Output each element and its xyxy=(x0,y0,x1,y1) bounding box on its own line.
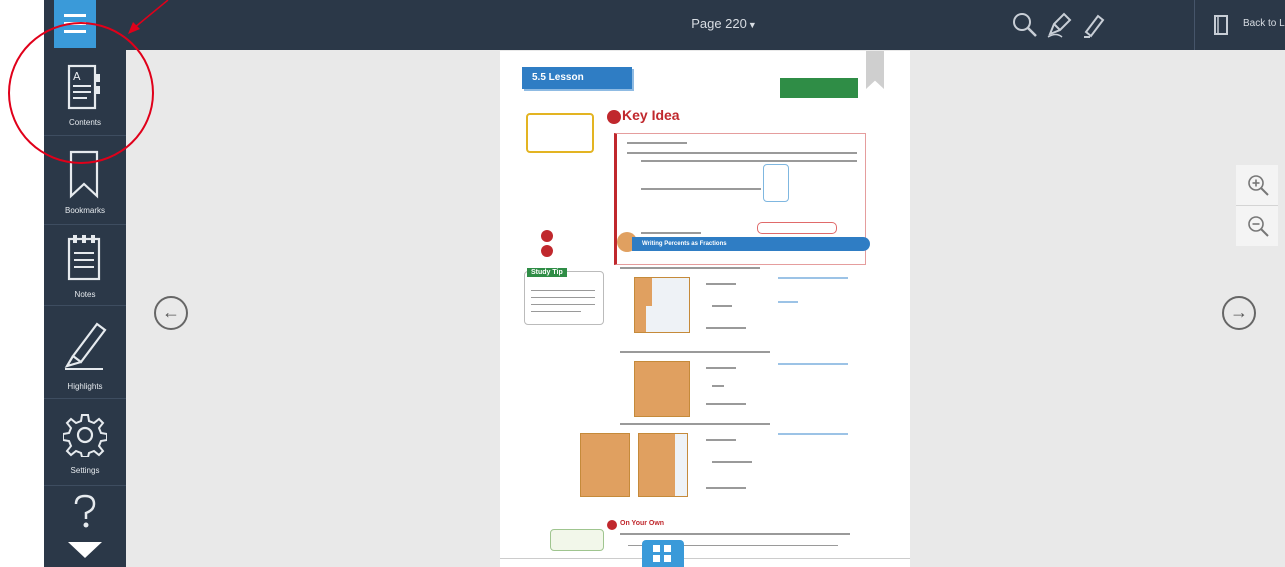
hundreds-grid xyxy=(638,433,688,497)
grid-cell xyxy=(653,555,660,562)
hundreds-grid xyxy=(634,361,690,417)
key-idea-icon xyxy=(607,110,621,124)
thumbnails-button[interactable] xyxy=(642,540,684,567)
example-marker-icon xyxy=(541,230,553,257)
hundreds-grid xyxy=(580,433,630,497)
sidebar-item-notes[interactable]: Notes xyxy=(44,225,126,306)
menu-line xyxy=(64,14,86,17)
text-line xyxy=(712,461,752,463)
text-line xyxy=(620,351,770,353)
text-line xyxy=(706,367,736,369)
sidebar-item-label: Settings xyxy=(70,466,100,475)
gear-icon xyxy=(63,414,107,457)
book-page: 5.5 Lesson Key Idea Writing Percents as … xyxy=(500,51,910,567)
hundreds-grid xyxy=(634,277,690,333)
grid-cell xyxy=(653,545,660,552)
page-footer xyxy=(500,558,910,567)
text-line xyxy=(706,439,736,441)
step-note xyxy=(778,301,798,303)
top-toolbar: Page 220▼ Back to Library xyxy=(44,0,1285,50)
notes-icon xyxy=(67,235,101,281)
text-line xyxy=(712,305,732,307)
sidebar-item-highlights[interactable]: Highlights xyxy=(44,306,126,399)
book-icon xyxy=(1214,15,1228,35)
highlighter-icon xyxy=(64,322,107,370)
study-tip-title: Study Tip xyxy=(527,268,567,277)
text-line xyxy=(706,327,746,329)
step-note xyxy=(778,277,848,293)
sidebar-item-label: Notes xyxy=(74,290,96,299)
previous-page-button[interactable]: ← xyxy=(154,296,188,330)
text-line xyxy=(706,487,746,489)
text-line xyxy=(620,423,770,425)
study-tip-box: Study Tip xyxy=(524,268,604,325)
page-label: Page 220 xyxy=(691,16,747,31)
text-line xyxy=(706,403,746,405)
text-line xyxy=(641,232,701,234)
back-to-library-label: Back to Library xyxy=(1243,18,1285,29)
highlight-pen-icon[interactable] xyxy=(1078,10,1108,40)
text-line xyxy=(620,267,760,269)
sidebar-item-label: Bookmarks xyxy=(64,206,105,215)
annotate-icon[interactable] xyxy=(1044,10,1074,40)
on-your-own-icon xyxy=(607,520,617,530)
next-page-button[interactable]: → xyxy=(1222,296,1256,330)
zoom-out-icon xyxy=(1248,216,1269,237)
back-to-library-button[interactable]: Back to Library xyxy=(1194,0,1285,50)
annotation-arrow-icon xyxy=(128,0,169,34)
text-line xyxy=(706,283,736,285)
example-heading: Writing Percents as Fractions xyxy=(632,237,870,251)
key-idea-heading: Key Idea xyxy=(622,107,680,123)
grid-shade xyxy=(635,278,646,332)
text-line xyxy=(627,152,857,154)
page-bookmark-ribbon[interactable] xyxy=(866,51,884,89)
help-icon xyxy=(74,494,96,528)
help-online-badge xyxy=(550,529,604,551)
zoom-in-button[interactable] xyxy=(1236,165,1278,206)
text-line xyxy=(531,311,581,312)
text-line xyxy=(627,142,687,144)
text-line xyxy=(531,297,595,298)
text-line xyxy=(641,188,761,190)
text-line xyxy=(641,160,857,162)
page-selector[interactable]: Page 220▼ xyxy=(674,16,774,31)
search-icon[interactable] xyxy=(1010,10,1040,40)
text-line xyxy=(531,304,595,305)
chevron-down-icon: ▼ xyxy=(747,20,757,30)
zoom-out-button[interactable] xyxy=(1236,206,1278,246)
text-line xyxy=(531,290,595,291)
text-line xyxy=(620,533,850,535)
sidebar-item-settings[interactable]: Settings xyxy=(44,399,126,486)
fraction-callout xyxy=(763,164,789,202)
grid-shade xyxy=(639,434,675,496)
annotation-circle xyxy=(8,22,154,164)
sidebar-item-label: Highlights xyxy=(67,382,103,391)
standards-badge xyxy=(780,78,858,98)
note-callout xyxy=(757,222,837,234)
grid-shade xyxy=(646,278,652,306)
text-line xyxy=(712,385,724,387)
grid-cell xyxy=(664,545,671,552)
step-note xyxy=(778,433,848,449)
on-your-own-heading: On Your Own xyxy=(620,520,665,527)
grid-cell xyxy=(664,555,671,562)
zoom-in-icon xyxy=(1248,175,1269,196)
key-vocabulary-box xyxy=(526,113,594,153)
lesson-banner: 5.5 Lesson xyxy=(522,67,632,89)
step-note xyxy=(778,363,848,379)
sidebar-item-help[interactable] xyxy=(44,486,126,567)
scroll-down-arrow-icon[interactable] xyxy=(66,540,104,560)
